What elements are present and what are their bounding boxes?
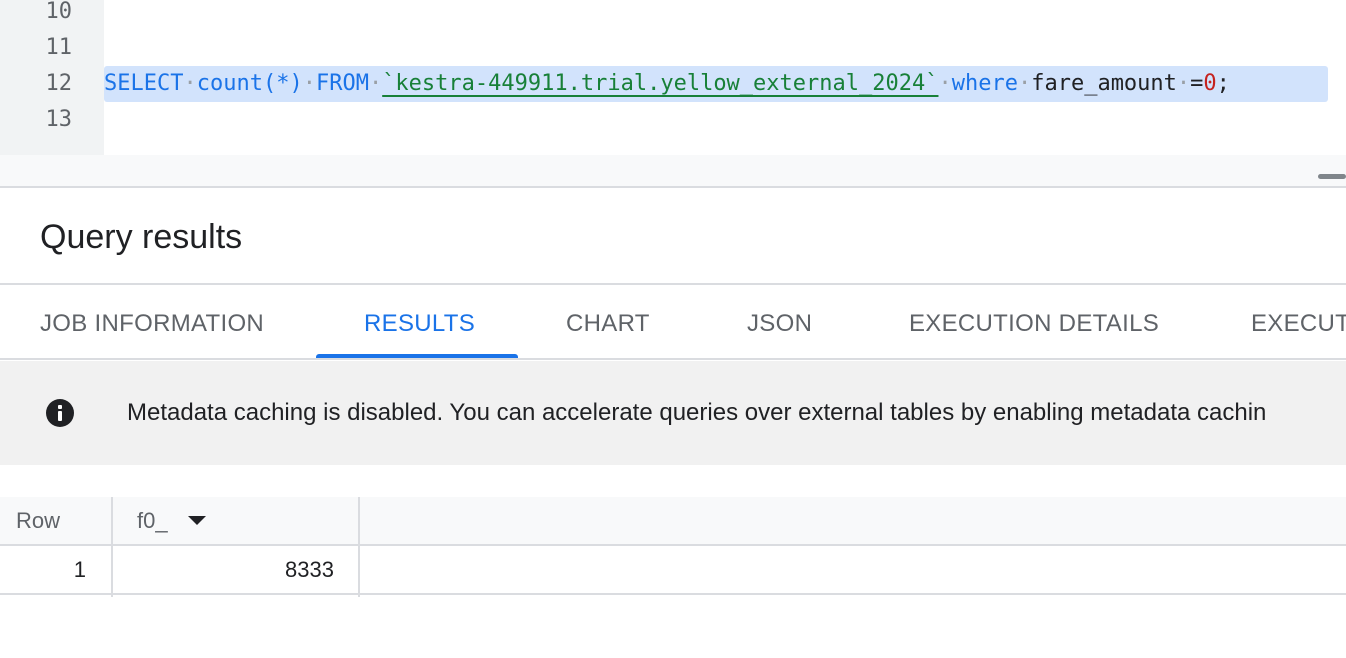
column-divider	[358, 497, 360, 597]
results-tabs: JOB INFORMATION RESULTS CHART JSON EXECU…	[0, 287, 1346, 360]
editor-line: 11	[0, 30, 1346, 66]
editor-line: 13	[0, 102, 1346, 138]
sql-column: fare_amount	[1031, 71, 1177, 96]
tab-results[interactable]: RESULTS	[364, 287, 475, 358]
column-divider	[111, 497, 113, 597]
sql-operator: =	[1190, 71, 1204, 96]
line-number: 12	[45, 71, 73, 96]
banner-message: Metadata caching is disabled. You can ac…	[127, 399, 1267, 426]
line-number: 11	[45, 35, 73, 60]
info-banner: Metadata caching is disabled. You can ac…	[0, 361, 1346, 465]
sql-editor[interactable]: 10 11 12 SELECT·count(*)·FROM·`kestra-44…	[0, 0, 1346, 155]
table-header: Row f0_	[0, 497, 1346, 546]
value-cell[interactable]: 8333	[114, 546, 334, 593]
info-icon	[46, 399, 74, 427]
tab-chart[interactable]: CHART	[566, 287, 650, 358]
sql-number: 0	[1203, 71, 1217, 96]
sql-terminator: ;	[1216, 71, 1230, 96]
line-number: 10	[45, 0, 73, 24]
active-tab-indicator	[316, 354, 518, 358]
tab-execution-graph[interactable]: EXECUT	[1251, 287, 1346, 358]
tab-json[interactable]: JSON	[747, 287, 812, 358]
sql-query-line[interactable]: SELECT·count(*)·FROM·`kestra-449911.tria…	[104, 66, 1328, 102]
sql-keyword-select: SELECT	[104, 71, 184, 96]
tab-job-information[interactable]: JOB INFORMATION	[40, 287, 264, 358]
sql-table-reference[interactable]: `kestra-449911.trial.yellow_external_202…	[382, 71, 938, 96]
column-menu-arrow-icon[interactable]	[188, 516, 206, 525]
row-number-cell: 1	[73, 557, 86, 582]
editor-line: 10	[0, 0, 1346, 30]
editor-results-splitter[interactable]	[0, 155, 1346, 188]
column-header-row: Row	[16, 508, 61, 533]
page-title: Query results	[40, 218, 243, 256]
sql-keyword-where: where	[951, 71, 1018, 96]
resize-handle[interactable]	[1318, 174, 1346, 179]
line-number: 13	[45, 107, 73, 132]
editor-line[interactable]: 12 SELECT·count(*)·FROM·`kestra-449911.t…	[0, 66, 1346, 102]
sql-function-count: count(*)	[196, 71, 303, 96]
table-row: 1 8333	[0, 546, 1346, 595]
results-table: Row f0_ 1 8333	[0, 497, 1346, 597]
tab-execution-details[interactable]: EXECUTION DETAILS	[909, 287, 1159, 358]
query-results-header: Query results	[0, 189, 1346, 285]
column-header-f0[interactable]: f0_	[137, 497, 168, 544]
sql-keyword-from: FROM	[315, 71, 369, 96]
